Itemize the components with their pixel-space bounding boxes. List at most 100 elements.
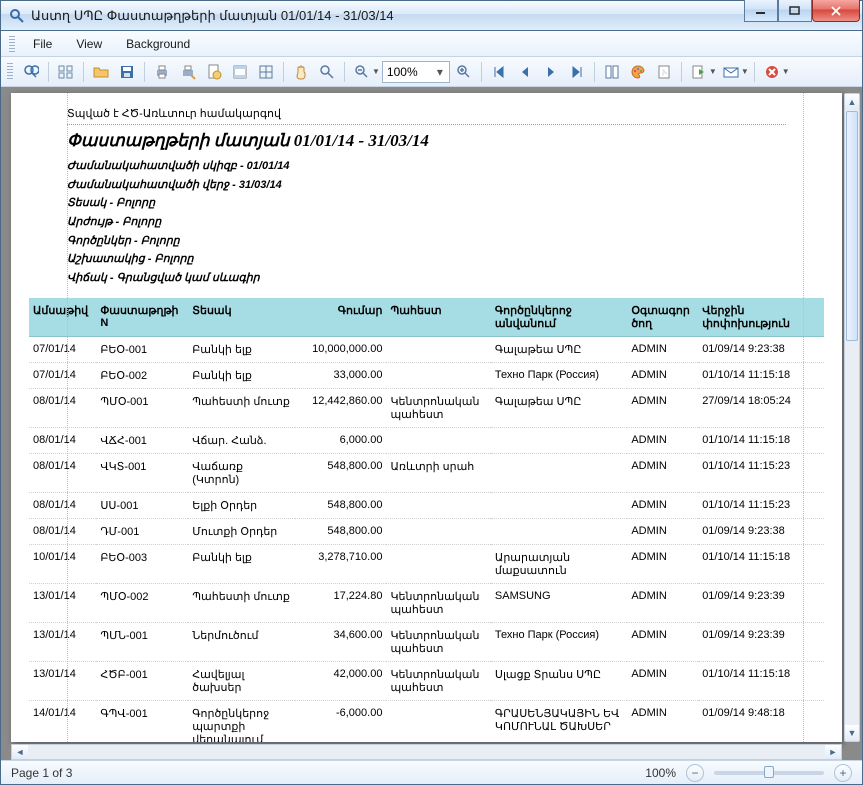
- cell-partner: [491, 492, 627, 518]
- close-preview-icon[interactable]: [760, 60, 784, 84]
- document-page: Տպված է ՀԾ-Առևտուր համակարգով Փաստաթղթեր…: [11, 93, 842, 742]
- cell-date: 08/01/14: [29, 427, 96, 453]
- export-icon[interactable]: [687, 60, 711, 84]
- multipage-icon[interactable]: [600, 60, 624, 84]
- close-button[interactable]: [812, 0, 860, 22]
- table-row: 07/01/14ԲԵՕ-001Բանկի ելք10,000,000.00Գալ…: [29, 336, 824, 362]
- separator: [83, 62, 84, 82]
- next-page-icon[interactable]: [539, 60, 563, 84]
- menu-view[interactable]: View: [66, 34, 112, 54]
- cell-amount: 548,800.00: [295, 518, 387, 544]
- menu-bar: File View Background: [1, 31, 862, 57]
- cell-docnum: ԳՊՎ-001: [96, 700, 188, 742]
- save-icon[interactable]: [115, 60, 139, 84]
- meta-line: Ժամանակահատվածի վերջ - 31/03/14: [67, 176, 786, 195]
- preview-area: Տպված է ՀԾ-Առևտուր համակարգով Փաստաթղթեր…: [1, 87, 862, 760]
- cell-date: 07/01/14: [29, 362, 96, 388]
- menu-background[interactable]: Background: [116, 34, 200, 54]
- cell-partner: [491, 427, 627, 453]
- zoom-in-button[interactable]: +: [834, 764, 852, 782]
- cell-warehouse: [386, 362, 490, 388]
- zoom-dropdown-icon[interactable]: ▾: [435, 65, 445, 79]
- cell-warehouse: [386, 336, 490, 362]
- cell-warehouse: [386, 700, 490, 742]
- cell-docnum: ԲԵՕ-001: [96, 336, 188, 362]
- cell-partner: Техно Парк (Россия): [491, 622, 627, 661]
- hand-tool-icon[interactable]: [289, 60, 313, 84]
- color-icon[interactable]: [626, 60, 650, 84]
- zoom-in-icon[interactable]: [452, 60, 476, 84]
- margin-guide: [67, 93, 68, 742]
- prev-page-icon[interactable]: [513, 60, 537, 84]
- cell-warehouse: [386, 544, 490, 583]
- meta-line: Ժամանակահատվածի սկիզբ - 01/01/14: [67, 157, 786, 176]
- table-row: 08/01/14ԴՄ-001Մուտքի Օրդեր548,800.00ADMI…: [29, 518, 824, 544]
- zoom-out-button[interactable]: −: [686, 764, 704, 782]
- table-row: 08/01/14ՍՍ-001Ելքի Օրդեր548,800.00ADMIN0…: [29, 492, 824, 518]
- zoom-combo[interactable]: 100% ▾: [382, 61, 450, 83]
- minimize-button[interactable]: [744, 0, 778, 22]
- separator: [681, 62, 682, 82]
- open-icon[interactable]: [89, 60, 113, 84]
- last-page-icon[interactable]: [565, 60, 589, 84]
- cell-modified: 01/10/14 11:15:23: [698, 492, 824, 518]
- scroll-down-icon[interactable]: ▼: [845, 725, 859, 741]
- cell-warehouse: [386, 427, 490, 453]
- title-bar: Աստղ ՍՊԸ Փաստաթղթերի մատյան 01/01/14 - 3…: [1, 1, 862, 31]
- cell-modified: 01/10/14 11:15:18: [698, 362, 824, 388]
- email-icon[interactable]: [719, 60, 743, 84]
- thumbnails-icon[interactable]: [54, 60, 78, 84]
- scroll-left-icon[interactable]: ◄: [12, 745, 28, 759]
- cell-docnum: ՎՃՀ-001: [96, 427, 188, 453]
- cell-amount: -6,000.00: [295, 700, 387, 742]
- cell-type: Բանկի ելք: [188, 544, 295, 583]
- zoom-slider[interactable]: [714, 771, 824, 775]
- col-warehouse: Պահեստ: [386, 298, 490, 337]
- cell-modified: 01/09/14 9:23:39: [698, 622, 824, 661]
- zoom-slider-knob[interactable]: [764, 766, 774, 778]
- header-footer-icon[interactable]: [228, 60, 252, 84]
- cell-user: ADMIN: [627, 427, 698, 453]
- search-icon[interactable]: [19, 60, 43, 84]
- print-icon[interactable]: [150, 60, 174, 84]
- menubar-grip[interactable]: [9, 36, 15, 52]
- cell-amount: 6,000.00: [295, 427, 387, 453]
- table-row: 10/01/14ԲԵՕ-003Բանկի ելք3,278,710.00Արար…: [29, 544, 824, 583]
- app-icon: [9, 8, 25, 24]
- watermark-icon[interactable]: A: [652, 60, 676, 84]
- cell-amount: 42,000.00: [295, 661, 387, 700]
- scroll-thumb[interactable]: [846, 111, 858, 341]
- app-window: Աստղ ՍՊԸ Փաստաթղթերի մատյան 01/01/14 - 3…: [0, 0, 863, 785]
- meta-line: Վիճակ - Գրանցված կամ սևագիր: [67, 269, 786, 288]
- maximize-button[interactable]: [778, 0, 812, 22]
- cell-docnum: ՊՄՕ-002: [96, 583, 188, 622]
- cell-amount: 34,600.00: [295, 622, 387, 661]
- scroll-track[interactable]: [845, 111, 859, 724]
- cell-docnum: ԴՄ-001: [96, 518, 188, 544]
- quick-print-icon[interactable]: [176, 60, 200, 84]
- scale-icon[interactable]: [254, 60, 278, 84]
- scroll-up-icon[interactable]: ▲: [845, 94, 859, 110]
- cell-type: Գործընկերոջ պարտքի վերանայում: [188, 700, 295, 742]
- page-setup-icon[interactable]: [202, 60, 226, 84]
- col-docnum: Փաստաթղթի N: [96, 298, 188, 337]
- cell-partner: Արարատյան մաքսատուն: [491, 544, 627, 583]
- page-canvas[interactable]: Տպված է ՀԾ-Առևտուր համակարգով Փաստաթղթեր…: [11, 93, 842, 742]
- horizontal-scrollbar[interactable]: ◄ ►: [11, 744, 842, 760]
- cell-date: 08/01/14: [29, 492, 96, 518]
- zoom-out-icon[interactable]: [350, 60, 374, 84]
- cell-amount: 548,800.00: [295, 453, 387, 492]
- separator: [754, 62, 755, 82]
- cell-type: Պահեստի մուտք: [188, 583, 295, 622]
- toolbar-grip[interactable]: [7, 63, 13, 81]
- menu-file[interactable]: File: [23, 34, 62, 54]
- magnifier-icon[interactable]: [315, 60, 339, 84]
- first-page-icon[interactable]: [487, 60, 511, 84]
- vertical-scrollbar[interactable]: ▲ ▼: [844, 93, 860, 742]
- margin-guide: [803, 93, 804, 742]
- cell-partner: [491, 518, 627, 544]
- table-header-row: Ամսաթիվ Փաստաթղթի N Տեսակ Գումար Պահեստ …: [29, 298, 824, 337]
- separator: [344, 62, 345, 82]
- separator: [48, 62, 49, 82]
- scroll-right-icon[interactable]: ►: [825, 745, 841, 759]
